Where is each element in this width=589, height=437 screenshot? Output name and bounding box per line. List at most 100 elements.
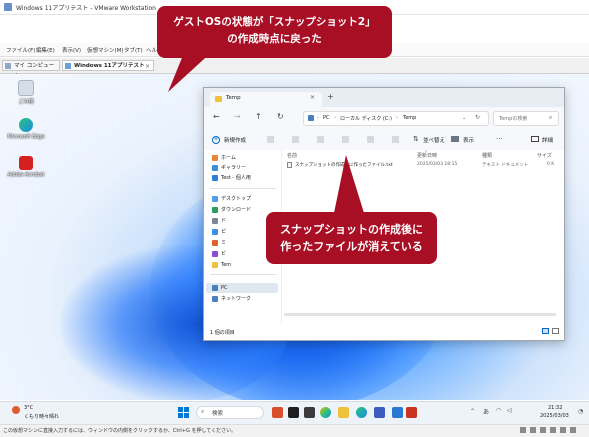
task-view-icon[interactable] xyxy=(304,407,315,418)
view-icon xyxy=(451,136,459,142)
forward-arrow-icon[interactable]: → xyxy=(234,112,241,121)
copy-icon[interactable] xyxy=(292,136,299,143)
menu-edit[interactable]: 編集(E) xyxy=(36,46,55,54)
column-header-size[interactable]: サイズ xyxy=(537,152,552,159)
device-icon[interactable] xyxy=(550,427,556,433)
desktop-icon-acrobat[interactable]: Adobe Acrobat xyxy=(6,156,46,178)
sidebar-item-desktop[interactable]: デスクトップ xyxy=(212,195,251,203)
back-arrow-icon[interactable]: ← xyxy=(213,112,220,121)
sidebar-item-temp[interactable]: Tem xyxy=(212,261,231,269)
sidebar-item-label: ギャラリー xyxy=(221,165,247,171)
sort-icon: ⇅ xyxy=(413,135,419,143)
new-button[interactable]: 新規作成 xyxy=(224,136,246,144)
address-bar[interactable]: › PC › ローカル ディスク (C:) › Temp ⌄ ↻ xyxy=(303,111,489,126)
vm-status-message: この仮想マシンに直接入力するには、ウィンドウの内側をクリックするか、Ctrl+G… xyxy=(3,428,237,434)
pictures-icon xyxy=(212,229,218,235)
home-icon xyxy=(212,155,218,161)
desktop-icon-label: ごみ箱 xyxy=(18,99,34,105)
item-count: 1 個の項目 xyxy=(210,330,235,336)
menu-vm[interactable]: 仮想マシン(M) xyxy=(87,46,124,54)
details-pane-icon xyxy=(531,136,539,142)
close-icon[interactable]: × xyxy=(145,61,150,72)
breadcrumb-temp[interactable]: Temp xyxy=(403,115,416,121)
details-view-icon[interactable] xyxy=(542,328,549,334)
language-icon[interactable]: あ xyxy=(483,407,489,416)
sidebar-item-network[interactable]: ネットワーク xyxy=(212,295,251,303)
sidebar-item-gallery[interactable]: ギャラリー xyxy=(212,164,246,172)
menu-file[interactable]: ファイル(F) xyxy=(6,46,35,54)
volume-icon[interactable]: ◁ xyxy=(507,407,512,414)
downloads-icon xyxy=(212,207,218,213)
sidebar-item-pictures[interactable]: ピ xyxy=(212,228,226,236)
desktop-icon-edge[interactable]: Microsoft Edge xyxy=(6,118,46,140)
clock-time[interactable]: 21:32 xyxy=(548,405,562,411)
device-icon[interactable] xyxy=(520,427,526,433)
details-button[interactable]: 詳細 xyxy=(542,136,553,144)
sidebar-item-downloads[interactable]: ダウンロード xyxy=(212,206,251,214)
sidebar-item-label: ネットワーク xyxy=(221,296,252,302)
device-icon[interactable] xyxy=(530,427,536,433)
file-explorer-icon[interactable] xyxy=(338,407,349,418)
desktop-icon-recycle-bin[interactable]: ごみ箱 xyxy=(6,80,46,105)
edge-icon xyxy=(19,118,33,132)
vm-tab-my-computer[interactable]: マイ コンピュータ xyxy=(2,60,60,80)
taskbar-search[interactable]: ⌕ 検索 xyxy=(196,406,264,419)
breadcrumb-pc[interactable]: PC xyxy=(323,115,330,121)
breadcrumb-local-disk[interactable]: ローカル ディスク (C:) xyxy=(340,115,392,122)
horizontal-scrollbar[interactable] xyxy=(284,313,556,316)
sidebar-item-label: デスクトップ xyxy=(221,196,252,202)
notification-icon[interactable]: ◔ xyxy=(578,408,583,415)
device-icon[interactable] xyxy=(570,427,576,433)
column-header-name[interactable]: 名前 xyxy=(287,152,297,159)
cut-icon[interactable] xyxy=(267,136,274,143)
app-icon-2[interactable] xyxy=(288,407,299,418)
callout-middle: スナップショットの作成後に 作ったファイルが消えている xyxy=(266,212,437,264)
sidebar-item-documents[interactable]: ド xyxy=(212,217,226,225)
view-button[interactable]: 表示 xyxy=(463,136,474,144)
sort-button[interactable]: 並べ替え xyxy=(423,136,445,144)
mail-icon[interactable] xyxy=(392,407,403,418)
column-header-type[interactable]: 種類 xyxy=(482,152,492,159)
rename-icon[interactable] xyxy=(342,136,349,143)
close-icon[interactable]: × xyxy=(310,94,315,101)
table-row[interactable]: スナップショットの作成前に作ったファイル.txt 2025/03/03 18:1… xyxy=(285,161,561,170)
copilot-icon[interactable] xyxy=(320,407,331,418)
wifi-icon[interactable]: ◠ xyxy=(496,407,501,414)
device-icon[interactable] xyxy=(540,427,546,433)
chevron-down-icon[interactable]: ⌄ xyxy=(462,115,466,121)
refresh-icon[interactable]: ↻ xyxy=(475,114,480,121)
acrobat-icon xyxy=(19,156,33,170)
callout-top-line1: ゲストOSの状態が「スナップショット2」 xyxy=(173,16,376,28)
sidebar-item-videos[interactable]: ビ xyxy=(212,250,226,258)
menu-tabs[interactable]: タブ(T) xyxy=(124,46,143,54)
app-icon-1[interactable] xyxy=(272,407,283,418)
refresh-icon[interactable]: ↻ xyxy=(277,112,284,121)
new-tab-icon[interactable]: + xyxy=(327,92,334,101)
sidebar-item-home[interactable]: ホーム xyxy=(212,154,236,162)
clock-date[interactable]: 2025/03/03 xyxy=(540,413,569,419)
device-icon[interactable] xyxy=(560,427,566,433)
paste-icon[interactable] xyxy=(317,136,324,143)
office-icon[interactable] xyxy=(406,407,417,418)
menu-view[interactable]: 表示(V) xyxy=(62,46,81,54)
sidebar-item-pc[interactable]: PC xyxy=(212,284,228,292)
pc-icon xyxy=(308,115,314,121)
weather-icon[interactable] xyxy=(12,406,20,414)
column-header-modified[interactable]: 更新日時 xyxy=(417,152,437,159)
share-icon[interactable] xyxy=(367,136,374,143)
up-arrow-icon[interactable]: ↑ xyxy=(255,112,262,121)
tiles-view-icon[interactable] xyxy=(552,328,559,334)
search-input[interactable]: Tempの検索 ⌕ xyxy=(493,111,559,126)
store-icon[interactable] xyxy=(374,407,385,418)
chevron-up-icon[interactable]: ⌃ xyxy=(470,408,475,415)
folder-icon xyxy=(215,96,222,102)
sidebar-item-music[interactable]: ミ xyxy=(212,239,226,247)
vm-tab-windows11[interactable]: Windows 11アプリテスト × xyxy=(62,60,154,71)
explorer-tab-temp[interactable]: Temp × xyxy=(210,92,322,107)
delete-icon[interactable] xyxy=(392,136,399,143)
start-icon[interactable] xyxy=(178,407,189,418)
edge-icon[interactable] xyxy=(356,407,367,418)
divider xyxy=(210,274,276,275)
more-icon[interactable]: ··· xyxy=(496,135,503,143)
sidebar-item-onedrive[interactable]: Test - 個人用 xyxy=(212,174,251,182)
